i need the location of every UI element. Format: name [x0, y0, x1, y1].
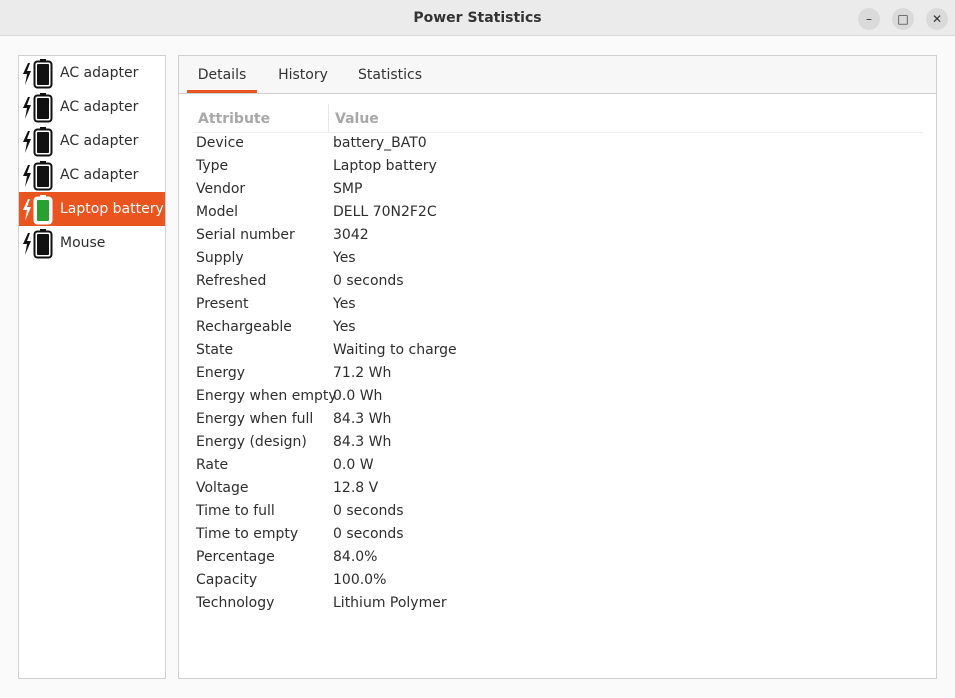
table-row[interactable]: Energy (design) 84.3 Wh [179, 432, 936, 455]
tab-bar: Details History Statistics [178, 55, 937, 93]
battery-ac-icon [23, 161, 53, 191]
value-cell: 0 seconds [333, 526, 404, 542]
device-item[interactable]: AC adapter [19, 158, 165, 192]
table-row[interactable]: Vendor SMP [179, 179, 936, 202]
device-item-label: AC adapter [60, 167, 139, 183]
attribute-cell: Refreshed [196, 273, 267, 289]
tab-statistics[interactable]: Statistics [347, 56, 433, 93]
attribute-cell: Energy when empty [196, 388, 337, 404]
table-row[interactable]: Type Laptop battery [179, 156, 936, 179]
table-row[interactable]: Rate 0.0 W [179, 455, 936, 478]
value-cell: 0 seconds [333, 503, 404, 519]
table-row[interactable]: Voltage 12.8 V [179, 478, 936, 501]
attribute-cell: Type [196, 158, 229, 174]
attribute-cell: Technology [196, 595, 275, 611]
minimize-icon: – [866, 12, 872, 26]
minimize-button[interactable]: – [858, 8, 880, 30]
attribute-cell: Energy (design) [196, 434, 307, 450]
attribute-cell: Vendor [196, 181, 246, 197]
value-cell: 71.2 Wh [333, 365, 392, 381]
tab-details[interactable]: Details [187, 56, 257, 93]
table-row[interactable]: Device battery_BAT0 [179, 133, 936, 156]
device-item[interactable]: Mouse [19, 226, 165, 260]
table-row[interactable]: Time to full 0 seconds [179, 501, 936, 524]
value-cell: Yes [333, 296, 356, 312]
value-cell: Yes [333, 319, 356, 335]
attribute-cell: Percentage [196, 549, 275, 565]
device-list[interactable]: AC adapter AC adapter AC adapter AC adapter… [18, 55, 166, 679]
table-row[interactable]: Supply Yes [179, 248, 936, 271]
attribute-cell: Rechargeable [196, 319, 292, 335]
table-row[interactable]: Refreshed 0 seconds [179, 271, 936, 294]
attribute-cell: Voltage [196, 480, 249, 496]
battery-mouse-icon [23, 229, 53, 259]
tab-history[interactable]: History [265, 56, 341, 93]
device-item[interactable]: AC adapter [19, 124, 165, 158]
battery-ac-icon [23, 127, 53, 157]
value-cell: 0 seconds [333, 273, 404, 289]
attribute-cell: Device [196, 135, 244, 151]
table-row[interactable]: Energy 71.2 Wh [179, 363, 936, 386]
value-cell: Laptop battery [333, 158, 437, 174]
value-cell: Yes [333, 250, 356, 266]
attribute-cell: Rate [196, 457, 229, 473]
maximize-icon: □ [897, 12, 909, 26]
value-cell: DELL 70N2F2C [333, 204, 437, 220]
battery-ac-icon [23, 59, 53, 89]
value-cell: battery_BAT0 [333, 135, 427, 151]
attribute-cell: Energy [196, 365, 246, 381]
table-row[interactable]: Percentage 84.0% [179, 547, 936, 570]
table-row[interactable]: State Waiting to charge [179, 340, 936, 363]
device-item[interactable]: Laptop battery [19, 192, 165, 226]
table-row[interactable]: Time to empty 0 seconds [179, 524, 936, 547]
attribute-cell: Present [196, 296, 249, 312]
value-cell: 0.0 W [333, 457, 374, 473]
close-icon: ✕ [931, 12, 943, 26]
table-row[interactable]: Capacity 100.0% [179, 570, 936, 593]
device-item-label: Laptop battery [60, 201, 164, 217]
attribute-cell: Time to empty [196, 526, 299, 542]
table-row[interactable]: Rechargeable Yes [179, 317, 936, 340]
attribute-cell: Model [196, 204, 239, 220]
value-cell: 84.3 Wh [333, 434, 392, 450]
device-item[interactable]: AC adapter [19, 56, 165, 90]
device-item-label: Mouse [60, 235, 106, 251]
value-cell: 12.8 V [333, 480, 379, 496]
table-row[interactable]: Energy when empty 0.0 Wh [179, 386, 936, 409]
battery-charging-icon [23, 195, 53, 225]
value-cell: SMP [333, 181, 363, 197]
details-panel: Attribute Value Device battery_BAT0 Type La… [178, 93, 937, 679]
attribute-column-header[interactable]: Attribute [198, 111, 270, 127]
table-row[interactable]: Present Yes [179, 294, 936, 317]
table-row[interactable]: Energy when full 84.3 Wh [179, 409, 936, 432]
device-item-label: AC adapter [60, 133, 139, 149]
attribute-cell: State [196, 342, 234, 358]
close-button[interactable]: ✕ [926, 8, 948, 30]
device-item[interactable]: AC adapter [19, 90, 165, 124]
table-row[interactable]: Serial number 3042 [179, 225, 936, 248]
attribute-cell: Supply [196, 250, 244, 266]
column-separator [328, 104, 329, 132]
battery-ac-icon [23, 93, 53, 123]
attribute-cell: Capacity [196, 572, 258, 588]
value-cell: 84.0% [333, 549, 378, 565]
value-column-header[interactable]: Value [335, 111, 379, 127]
window-title: Power Statistics [413, 10, 542, 26]
attribute-cell: Serial number [196, 227, 295, 243]
value-cell: Lithium Polymer [333, 595, 447, 611]
attribute-cell: Time to full [196, 503, 275, 519]
value-cell: 84.3 Wh [333, 411, 392, 427]
table-row[interactable]: Model DELL 70N2F2C [179, 202, 936, 225]
device-item-label: AC adapter [60, 65, 139, 81]
value-cell: 0.0 Wh [333, 388, 383, 404]
value-cell: 100.0% [333, 572, 387, 588]
value-cell: Waiting to charge [333, 342, 457, 358]
table-row[interactable]: Technology Lithium Polymer [179, 593, 936, 616]
maximize-button[interactable]: □ [892, 8, 914, 30]
value-cell: 3042 [333, 227, 369, 243]
device-item-label: AC adapter [60, 99, 139, 115]
attribute-cell: Energy when full [196, 411, 314, 427]
title-bar: Power Statistics – □ ✕ [0, 0, 955, 36]
